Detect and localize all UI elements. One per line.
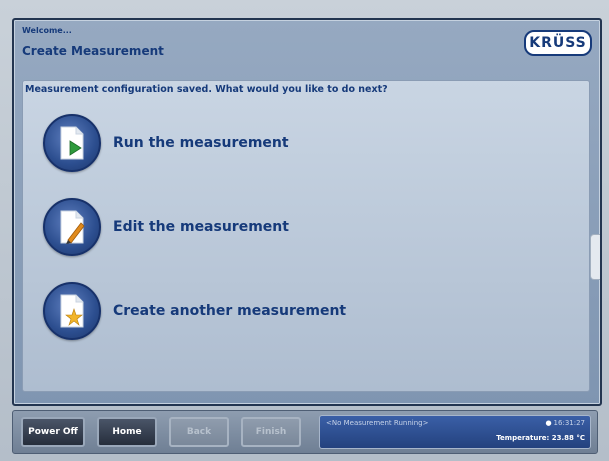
brand-logo: KRÜSS bbox=[524, 30, 592, 56]
temperature-readout: Temperature: 23.88 °C bbox=[496, 434, 585, 442]
create-another-measurement-option[interactable]: Create another measurement bbox=[43, 281, 463, 341]
run-measurement-option[interactable]: Run the measurement bbox=[43, 113, 463, 173]
side-panel-handle[interactable] bbox=[590, 234, 600, 280]
option-label[interactable]: Create another measurement bbox=[113, 303, 346, 319]
measurement-status: <No Measurement Running> bbox=[326, 419, 429, 427]
status-panel: <No Measurement Running> ● 16:31:27 Tempe… bbox=[319, 415, 591, 449]
back-button[interactable]: Back bbox=[169, 417, 229, 447]
clock-icon: ● bbox=[545, 419, 552, 427]
clock-time: 16:31:27 bbox=[553, 419, 585, 427]
app-window: Welcome... Create Measurement KRÜSS Meas… bbox=[12, 18, 602, 406]
logo-text: KRÜSS bbox=[529, 35, 587, 51]
document-new-icon[interactable] bbox=[43, 282, 101, 340]
document-edit-icon[interactable] bbox=[43, 198, 101, 256]
option-label[interactable]: Run the measurement bbox=[113, 135, 289, 151]
header: Welcome... Create Measurement KRÜSS bbox=[14, 20, 600, 62]
clock-readout: ● 16:31:27 bbox=[545, 419, 585, 427]
bottom-toolbar: Power Off Home Back Finish <No Measureme… bbox=[12, 410, 598, 454]
welcome-breadcrumb[interactable]: Welcome... bbox=[22, 26, 72, 35]
prompt-text: Measurement configuration saved. What wo… bbox=[25, 84, 388, 95]
content-panel: Measurement configuration saved. What wo… bbox=[22, 80, 590, 392]
option-label[interactable]: Edit the measurement bbox=[113, 219, 289, 235]
page-title: Create Measurement bbox=[22, 44, 164, 58]
document-play-icon[interactable] bbox=[43, 114, 101, 172]
power-off-button[interactable]: Power Off bbox=[21, 417, 85, 447]
home-button[interactable]: Home bbox=[97, 417, 157, 447]
finish-button[interactable]: Finish bbox=[241, 417, 301, 447]
edit-measurement-option[interactable]: Edit the measurement bbox=[43, 197, 463, 257]
